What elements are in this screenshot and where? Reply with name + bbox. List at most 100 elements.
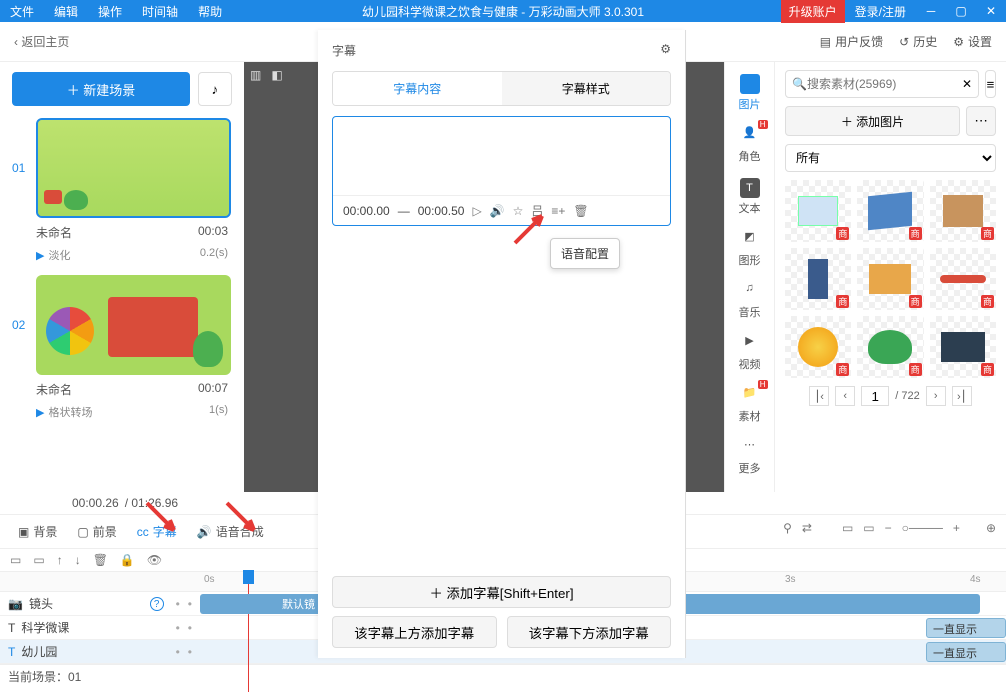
scene-thumb-1[interactable] bbox=[36, 118, 231, 218]
scene-name: 未命名 bbox=[36, 224, 72, 241]
feedback-button[interactable]: ▤ 用户反馈 bbox=[820, 33, 883, 50]
arrows-icon[interactable]: ⇄ bbox=[802, 521, 812, 535]
zoom-out-icon[interactable]: − bbox=[885, 521, 892, 535]
upgrade-button[interactable]: 升级账户 bbox=[781, 0, 845, 23]
asset-item[interactable]: 商 bbox=[930, 316, 996, 378]
gear-icon[interactable]: ⚙ bbox=[660, 42, 671, 59]
play-icon[interactable]: ▶ bbox=[36, 407, 44, 419]
rail-video[interactable]: ▶视频 bbox=[730, 330, 770, 376]
tool-icon[interactable]: ↑ bbox=[57, 553, 63, 567]
eye-icon[interactable]: 👁 bbox=[147, 553, 162, 567]
rail-role[interactable]: 👤角色H bbox=[730, 122, 770, 168]
tab-subtitle[interactable]: cc 字幕 bbox=[127, 515, 187, 548]
scene-thumb-2[interactable] bbox=[36, 275, 231, 375]
asset-panel: 🔍 ✕ ≡ ＋ 添加图片 ⋯ 所有 商 商 商 商 商 商 商 商 商 ⎮‹ ‹ bbox=[774, 62, 1006, 492]
subtab-style[interactable]: 字幕样式 bbox=[502, 72, 671, 105]
help-icon[interactable]: ? bbox=[150, 597, 164, 611]
pager: ⎮‹ ‹ / 722 › ›⎮ bbox=[785, 386, 996, 406]
rail-shape[interactable]: ◩图形 bbox=[730, 226, 770, 272]
asset-item[interactable]: 商 bbox=[785, 316, 851, 378]
bgm-button[interactable]: ♪ bbox=[198, 72, 232, 106]
tab-background[interactable]: ▣ 背景 bbox=[8, 515, 67, 548]
scene-number: 01 bbox=[12, 161, 28, 175]
subtitle-panel: 字幕 ⚙ 字幕内容 字幕样式 00:00.00 — 00:00.50 ▷ 🔊 ☆… bbox=[318, 30, 686, 658]
asset-item[interactable]: 商 bbox=[930, 180, 996, 242]
pager-last[interactable]: ›⎮ bbox=[952, 386, 972, 406]
tab-foreground[interactable]: ▢ 前景 bbox=[67, 515, 126, 548]
pager-first[interactable]: ⎮‹ bbox=[809, 386, 829, 406]
history-button[interactable]: ↺ 历史 bbox=[899, 33, 937, 50]
play-icon[interactable]: ▷ bbox=[472, 204, 481, 218]
menu-help[interactable]: 帮助 bbox=[188, 3, 232, 20]
tab-tts[interactable]: 🔊 语音合成 bbox=[187, 515, 274, 548]
close-icon[interactable]: ✕ bbox=[976, 4, 1006, 18]
asset-rail: 图片 👤角色H T文本 ◩图形 ♫音乐 ▶视频 📁素材H ⋯更多 bbox=[724, 62, 774, 492]
category-select[interactable]: 所有 bbox=[785, 144, 996, 172]
add-above-button[interactable]: 该字幕上方添加字幕 bbox=[332, 616, 497, 648]
menu-action[interactable]: 操作 bbox=[88, 3, 132, 20]
canvas-tool-icon[interactable]: ▥ bbox=[250, 68, 261, 82]
asset-item[interactable]: 商 bbox=[930, 248, 996, 310]
delete-icon[interactable]: 🗑 bbox=[93, 553, 108, 567]
rail-music[interactable]: ♫音乐 bbox=[730, 278, 770, 324]
more-button[interactable]: ⋯ bbox=[966, 106, 996, 136]
add-subtitle-button[interactable]: ＋ 添加字幕[Shift+Enter] bbox=[332, 576, 671, 608]
search-icon: 🔍 bbox=[792, 77, 807, 91]
subtab-content[interactable]: 字幕内容 bbox=[333, 72, 502, 105]
asset-item[interactable]: 商 bbox=[857, 316, 923, 378]
align-icon[interactable]: 吕 bbox=[531, 202, 543, 219]
asset-item[interactable]: 商 bbox=[857, 180, 923, 242]
clip-display[interactable]: 一直显示 bbox=[926, 642, 1006, 662]
search-input-wrap: 🔍 ✕ bbox=[785, 70, 979, 98]
pager-prev[interactable]: ‹ bbox=[835, 386, 855, 406]
star-icon[interactable]: ☆ bbox=[513, 204, 524, 218]
start-time[interactable]: 00:00.00 bbox=[343, 204, 390, 218]
filter-icon[interactable]: ⚲ bbox=[783, 521, 792, 535]
frame-icon[interactable]: ▭ bbox=[842, 521, 853, 535]
asset-item[interactable]: 商 bbox=[785, 248, 851, 310]
rail-asset[interactable]: 📁素材H bbox=[730, 382, 770, 428]
add-image-button[interactable]: ＋ 添加图片 bbox=[785, 106, 960, 136]
menu-edit[interactable]: 编辑 bbox=[44, 3, 88, 20]
clip-display[interactable]: 一直显示 bbox=[926, 618, 1006, 638]
menu-timeline[interactable]: 时间轴 bbox=[132, 3, 188, 20]
pager-input[interactable] bbox=[861, 386, 889, 406]
frame-icon[interactable]: ▭ bbox=[863, 521, 874, 535]
add-track-icon[interactable]: ⊕ bbox=[986, 521, 996, 535]
settings-button[interactable]: ⚙ 设置 bbox=[953, 33, 992, 50]
canvas-tool-icon[interactable]: ◧ bbox=[271, 68, 282, 82]
maximize-icon[interactable]: ▢ bbox=[946, 4, 976, 18]
new-scene-button[interactable]: ＋ 新建场景 bbox=[12, 72, 190, 106]
rail-more[interactable]: ⋯更多 bbox=[730, 434, 770, 480]
pager-next[interactable]: › bbox=[926, 386, 946, 406]
indent-icon[interactable]: ≡+ bbox=[551, 204, 565, 218]
tool-icon[interactable]: ▭ bbox=[33, 553, 44, 567]
subtitle-textarea[interactable] bbox=[333, 117, 670, 195]
minimize-icon[interactable]: ─ bbox=[916, 4, 946, 18]
add-below-button[interactable]: 该字幕下方添加字幕 bbox=[507, 616, 672, 648]
rail-text[interactable]: T文本 bbox=[730, 174, 770, 220]
clear-icon[interactable]: ✕ bbox=[962, 77, 972, 91]
delete-icon[interactable]: 🗑 bbox=[573, 204, 588, 218]
asset-item[interactable]: 商 bbox=[785, 180, 851, 242]
asset-grid: 商 商 商 商 商 商 商 商 商 bbox=[785, 180, 996, 378]
tool-icon[interactable]: ↓ bbox=[75, 553, 81, 567]
login-button[interactable]: 登录/注册 bbox=[845, 3, 916, 20]
back-home-button[interactable]: ‹ 返回主页 bbox=[14, 33, 69, 50]
play-icon[interactable]: ▶ bbox=[36, 250, 44, 262]
voice-config-icon[interactable]: 🔊 bbox=[490, 204, 505, 218]
asset-item[interactable]: 商 bbox=[857, 248, 923, 310]
filter-button[interactable]: ≡ bbox=[985, 70, 996, 98]
scene-duration: 00:03 bbox=[198, 224, 228, 241]
end-time[interactable]: 00:00.50 bbox=[418, 204, 465, 218]
text-icon: T bbox=[8, 621, 15, 635]
menu-file[interactable]: 文件 bbox=[0, 3, 44, 20]
zoom-in-icon[interactable]: + bbox=[953, 521, 960, 535]
lock-icon[interactable]: 🔒 bbox=[120, 553, 135, 567]
zoom-slider[interactable]: ○──── bbox=[902, 521, 943, 535]
subtitle-entry[interactable]: 00:00.00 — 00:00.50 ▷ 🔊 ☆ 吕 ≡+ 🗑 bbox=[332, 116, 671, 226]
asset-search-input[interactable] bbox=[807, 77, 962, 91]
rail-image[interactable]: 图片 bbox=[730, 70, 770, 116]
menubar: 文件 编辑 操作 时间轴 帮助 幼儿园科学微课之饮食与健康 - 万彩动画大师 3… bbox=[0, 0, 1006, 22]
tool-icon[interactable]: ▭ bbox=[10, 553, 21, 567]
